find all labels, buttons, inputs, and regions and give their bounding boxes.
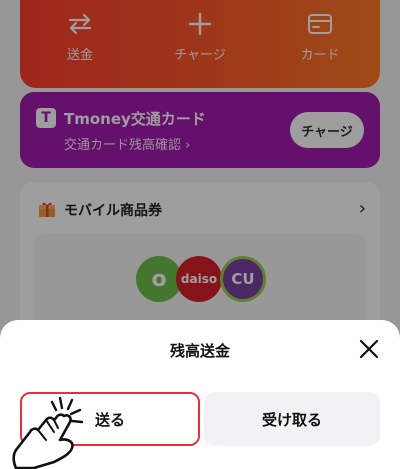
close-icon[interactable] xyxy=(358,338,380,360)
sheet-title: 残高送金 xyxy=(169,342,230,360)
tap-hand-icon xyxy=(12,396,84,469)
receive-tab-label: 受け取る xyxy=(261,410,322,429)
receive-tab-button[interactable]: 受け取る xyxy=(204,392,380,446)
